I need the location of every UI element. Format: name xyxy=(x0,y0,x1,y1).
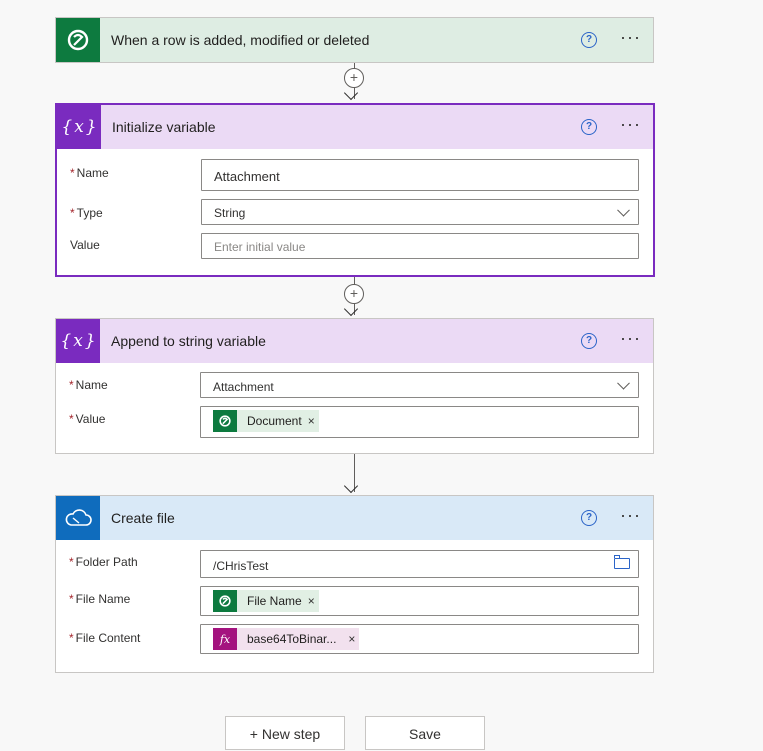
create-file-card[interactable]: Create file ? ··· * Folder Path /CHrisTes… xyxy=(55,495,654,673)
name-row: * Name Attachment xyxy=(57,159,653,191)
append-variable-card[interactable]: {x} Append to string variable ? ··· * Nam… xyxy=(55,318,654,454)
file-content-row: * File Content fx base64ToBinar... × xyxy=(56,624,653,654)
arrow-down-icon xyxy=(343,478,359,494)
value-label: Value xyxy=(70,238,100,252)
arrow-down-icon xyxy=(343,301,359,317)
append-variable-header[interactable]: {x} Append to string variable ? ··· xyxy=(56,319,653,363)
chevron-down-icon xyxy=(617,376,630,390)
remove-token-icon[interactable]: × xyxy=(308,594,315,608)
token-label: base64ToBinar... xyxy=(247,632,337,646)
onedrive-icon xyxy=(56,496,100,540)
token-label: Document xyxy=(247,414,302,428)
type-value: String xyxy=(214,206,246,220)
dynamic-content-token[interactable]: File Name × xyxy=(213,590,319,612)
file-content-label: * File Content xyxy=(69,631,141,645)
value-input[interactable]: Document × xyxy=(200,406,639,438)
dynamic-content-token[interactable]: Document × xyxy=(213,410,319,432)
value-placeholder: Enter initial value xyxy=(214,240,306,254)
type-row: * Type String xyxy=(57,199,653,225)
folder-path-label: * Folder Path xyxy=(69,555,138,569)
more-options-icon[interactable]: ··· xyxy=(620,506,641,524)
help-icon[interactable]: ? xyxy=(581,32,597,48)
value-input[interactable]: Enter initial value xyxy=(201,233,639,259)
name-input[interactable]: Attachment xyxy=(201,159,639,191)
file-name-input[interactable]: File Name × xyxy=(200,586,639,616)
trigger-title: When a row is added, modified or deleted xyxy=(111,32,370,48)
name-row: * Name Attachment xyxy=(56,372,653,398)
chevron-down-icon xyxy=(617,203,630,217)
create-file-header[interactable]: Create file ? ··· xyxy=(56,496,653,540)
name-label: * Name xyxy=(70,166,109,180)
value-label: * Value xyxy=(69,412,106,426)
save-button[interactable]: Save xyxy=(365,716,485,750)
variable-icon: {x} xyxy=(56,319,100,363)
help-icon[interactable]: ? xyxy=(581,510,597,526)
token-label: File Name xyxy=(247,594,302,608)
variable-icon: {x} xyxy=(57,105,101,149)
help-icon[interactable]: ? xyxy=(581,333,597,349)
new-step-button[interactable]: + New step xyxy=(225,716,345,750)
expression-token[interactable]: fx base64ToBinar... × xyxy=(213,628,360,650)
value-row: * Value Document × xyxy=(56,406,653,438)
trigger-header[interactable]: When a row is added, modified or deleted… xyxy=(56,18,653,62)
more-options-icon[interactable]: ··· xyxy=(620,329,641,347)
help-icon[interactable]: ? xyxy=(581,119,597,135)
initialize-variable-header[interactable]: {x} Initialize variable ? ··· xyxy=(57,105,653,149)
insert-step-button[interactable]: + xyxy=(344,68,364,88)
folder-path-row: * Folder Path /CHrisTest xyxy=(56,550,653,578)
file-name-row: * File Name File Name × xyxy=(56,586,653,616)
append-variable-title: Append to string variable xyxy=(111,333,266,349)
folder-picker-icon[interactable] xyxy=(614,555,630,569)
folder-path-input[interactable]: /CHrisTest xyxy=(200,550,639,578)
create-file-title: Create file xyxy=(111,510,175,526)
type-select[interactable]: String xyxy=(201,199,639,225)
dataverse-icon xyxy=(213,410,237,432)
file-content-input[interactable]: fx base64ToBinar... × xyxy=(200,624,639,654)
dataverse-icon xyxy=(56,18,100,62)
more-options-icon[interactable]: ··· xyxy=(620,115,641,133)
more-options-icon[interactable]: ··· xyxy=(620,28,641,46)
initialize-variable-title: Initialize variable xyxy=(112,119,216,135)
arrow-down-icon xyxy=(343,85,359,101)
name-value: Attachment xyxy=(213,380,274,394)
dataverse-icon xyxy=(213,590,237,612)
insert-step-button[interactable]: + xyxy=(344,284,364,304)
trigger-card[interactable]: When a row is added, modified or deleted… xyxy=(55,17,654,63)
initialize-variable-card[interactable]: {x} Initialize variable ? ··· * Name Atta… xyxy=(55,103,655,277)
name-label: * Name xyxy=(69,378,108,392)
remove-token-icon[interactable]: × xyxy=(348,632,355,646)
value-row: Value Enter initial value xyxy=(57,233,653,259)
name-select[interactable]: Attachment xyxy=(200,372,639,398)
name-value: Attachment xyxy=(214,169,280,184)
type-label: * Type xyxy=(70,206,103,220)
file-name-label: * File Name xyxy=(69,592,131,606)
function-icon: fx xyxy=(213,628,237,650)
folder-path-value: /CHrisTest xyxy=(213,559,269,573)
remove-token-icon[interactable]: × xyxy=(308,414,315,428)
